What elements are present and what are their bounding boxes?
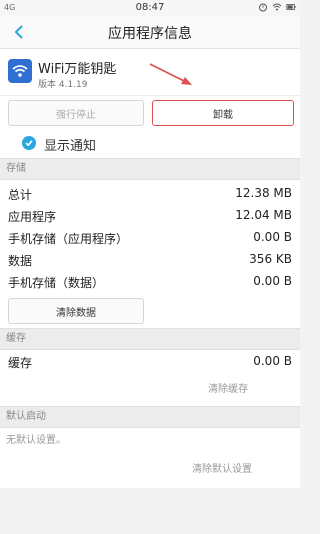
storage-row-data: 数据 356 KB	[0, 248, 300, 270]
row-label: 总计	[8, 188, 33, 202]
alarm-icon	[259, 3, 267, 12]
cache-row: 缓存 0.00 B	[0, 350, 300, 372]
uninstall-button[interactable]: 卸载	[152, 100, 294, 126]
clear-defaults-row: 清除默认设置	[0, 448, 300, 488]
annotation-arrow-icon	[149, 63, 192, 85]
row-value: 356 KB	[249, 252, 292, 266]
row-value: 12.04 MB	[235, 208, 292, 222]
action-buttons: 强行停止 卸载	[0, 95, 300, 128]
row-value: 0.00 B	[253, 274, 292, 288]
checkmark-icon	[25, 140, 33, 147]
page-title: 应用程序信息	[108, 26, 192, 42]
wifi-icon	[12, 65, 28, 77]
show-notifications-label: 显示通知	[44, 139, 97, 154]
storage-list: 总计 12.38 MB 应用程序 12.04 MB 手机存储（应用程序） 0.0…	[0, 180, 300, 294]
app-name: WiFi万能钥匙	[38, 62, 117, 77]
checkbox-checked-icon[interactable]	[22, 136, 36, 150]
storage-header: 存储	[0, 158, 300, 180]
clear-data-row: 清除数据	[0, 294, 300, 328]
app-version: 版本 4.1.19	[38, 80, 88, 90]
cache-label: 缓存	[8, 356, 33, 370]
clear-cache-row: 清除缓存	[0, 372, 300, 406]
clock: 08:47	[135, 2, 165, 13]
title-bar: 应用程序信息	[0, 16, 300, 49]
status-icons	[258, 2, 296, 12]
row-label: 手机存储（数据）	[8, 276, 105, 290]
clear-cache-button[interactable]: 清除缓存	[208, 380, 248, 395]
force-stop-button[interactable]: 强行停止	[8, 100, 144, 126]
storage-row-app: 应用程序 12.04 MB	[0, 204, 300, 226]
clear-defaults-button[interactable]: 清除默认设置	[192, 460, 252, 475]
clear-data-button[interactable]: 清除数据	[8, 298, 144, 324]
storage-row-phone-data: 手机存储（数据） 0.00 B	[0, 270, 300, 292]
default-launch-description: 无默认设置。	[6, 435, 66, 446]
storage-row-total: 总计 12.38 MB	[0, 182, 300, 204]
row-label: 手机存储（应用程序）	[8, 232, 129, 246]
battery-icon	[286, 4, 296, 10]
storage-row-phone-app: 手机存储（应用程序） 0.00 B	[0, 226, 300, 248]
default-launch-header: 默认启动	[0, 406, 300, 428]
show-notifications-row[interactable]: 显示通知	[0, 128, 300, 158]
row-label: 数据	[8, 254, 33, 268]
row-label: 应用程序	[8, 210, 57, 224]
wifi-icon	[272, 3, 282, 11]
row-value: 12.38 MB	[235, 186, 292, 200]
cache-value: 0.00 B	[253, 354, 292, 368]
default-launch-description-row: 无默认设置。	[0, 428, 300, 448]
status-bar: 4G 08:47	[0, 0, 300, 16]
cache-header: 缓存	[0, 328, 300, 350]
row-value: 0.00 B	[253, 230, 292, 244]
wifi-key-app-icon	[8, 59, 32, 83]
